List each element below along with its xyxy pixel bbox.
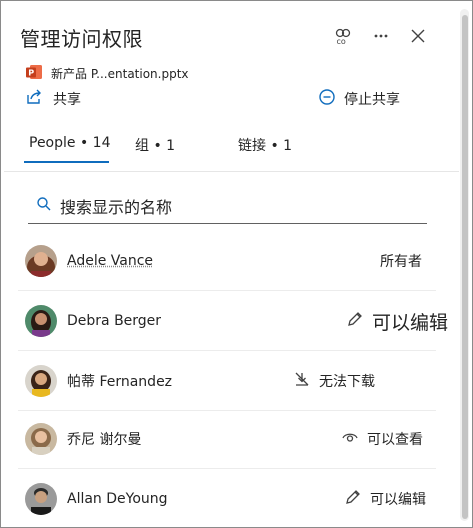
manage-access-panel: 管理访问权限 co P 新产品 P...entation.pptx 共享 停止共… <box>0 0 473 528</box>
panel-title: 管理访问权限 <box>20 27 143 51</box>
pencil-icon <box>346 310 364 333</box>
powerpoint-icon: P <box>25 63 43 84</box>
selected-tab-indicator <box>24 161 109 163</box>
list-item[interactable]: Debra Berger 可以编辑 <box>18 292 448 351</box>
person-name: Debra Berger <box>67 313 162 329</box>
permission-text: 无法下载 <box>319 374 375 390</box>
person-name: Adele Vance <box>67 253 154 269</box>
list-item[interactable]: Allan DeYoung 可以编辑 <box>18 470 436 527</box>
search-icon <box>36 196 52 216</box>
svg-text:co: co <box>337 37 346 46</box>
file-info: P 新产品 P...entation.pptx <box>25 63 189 84</box>
divider <box>4 171 459 172</box>
tab-people[interactable]: People • 14 <box>29 135 110 151</box>
search-input[interactable]: 搜索显示的名称 <box>28 188 427 224</box>
avatar <box>25 423 57 455</box>
avatar <box>25 365 57 397</box>
copilot-icon[interactable]: co <box>332 25 354 47</box>
permission-text: 可以查看 <box>367 432 423 448</box>
stop-sharing-button[interactable]: 停止共享 <box>318 88 400 110</box>
avatar <box>25 245 57 277</box>
list-item[interactable]: Adele Vance 所有者 <box>18 232 436 291</box>
share-icon <box>25 88 43 110</box>
list-item[interactable]: 乔尼 谢尔曼 可以查看 <box>18 410 436 469</box>
share-button[interactable]: 共享 <box>25 88 81 110</box>
permission-dropdown[interactable]: 可以编辑 <box>346 308 448 335</box>
stop-sharing-label: 停止共享 <box>344 92 400 108</box>
more-icon[interactable] <box>370 25 392 47</box>
pencil-icon <box>344 488 362 510</box>
minus-circle-icon <box>318 88 336 110</box>
share-label: 共享 <box>53 92 81 108</box>
file-name: 新产品 P...entation.pptx <box>51 67 189 81</box>
eye-icon <box>341 428 359 450</box>
search-placeholder: 搜索显示的名称 <box>60 197 173 217</box>
scrollbar-thumb[interactable] <box>462 15 468 519</box>
avatar <box>25 305 57 337</box>
permission-dropdown[interactable]: 无法下载 <box>293 370 375 392</box>
tab-links[interactable]: 链接 • 1 <box>238 135 292 155</box>
tab-groups[interactable]: 组 • 1 <box>135 135 175 155</box>
permission-label: 所有者 <box>380 251 422 271</box>
person-name: Allan DeYoung <box>67 491 168 507</box>
permission-text: 可以编辑 <box>370 492 426 508</box>
person-name: 乔尼 谢尔曼 <box>67 432 142 448</box>
list-item[interactable]: 帕蒂 Fernandez 无法下载 <box>18 352 436 411</box>
person-name: 帕蒂 Fernandez <box>67 374 173 390</box>
svg-text:P: P <box>28 69 34 78</box>
permission-dropdown[interactable]: 可以查看 <box>341 428 423 450</box>
permission-text: 可以编辑 <box>372 311 449 334</box>
permission-text: 所有者 <box>380 254 422 270</box>
permission-dropdown[interactable]: 可以编辑 <box>344 488 426 510</box>
close-icon[interactable] <box>407 25 429 47</box>
avatar <box>25 483 57 515</box>
no-download-icon <box>293 370 311 392</box>
